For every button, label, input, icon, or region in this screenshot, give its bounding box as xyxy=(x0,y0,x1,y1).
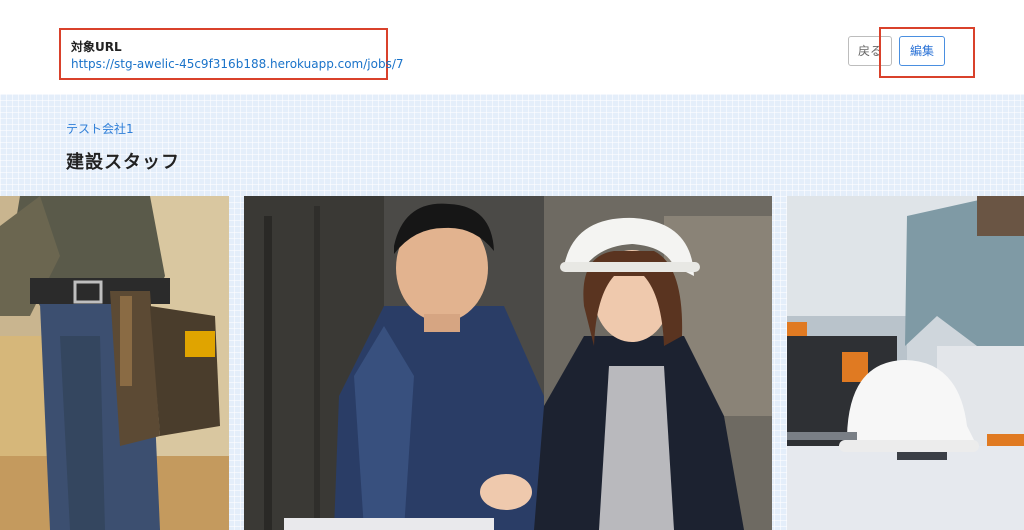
edit-highlight-box xyxy=(879,27,975,78)
worker-tool-belt-photo xyxy=(0,196,229,530)
hardhat-on-desk-photo xyxy=(787,196,1024,530)
target-url-link[interactable]: https://stg-awelic-45c9f316b188.herokuap… xyxy=(71,57,404,71)
target-url-label: 対象URL xyxy=(71,40,122,54)
workers-reviewing-laptop-photo xyxy=(244,196,772,530)
job-header-band xyxy=(0,94,1024,196)
job-title: 建設スタッフ xyxy=(66,152,180,173)
company-name: テスト会社1 xyxy=(66,122,134,136)
